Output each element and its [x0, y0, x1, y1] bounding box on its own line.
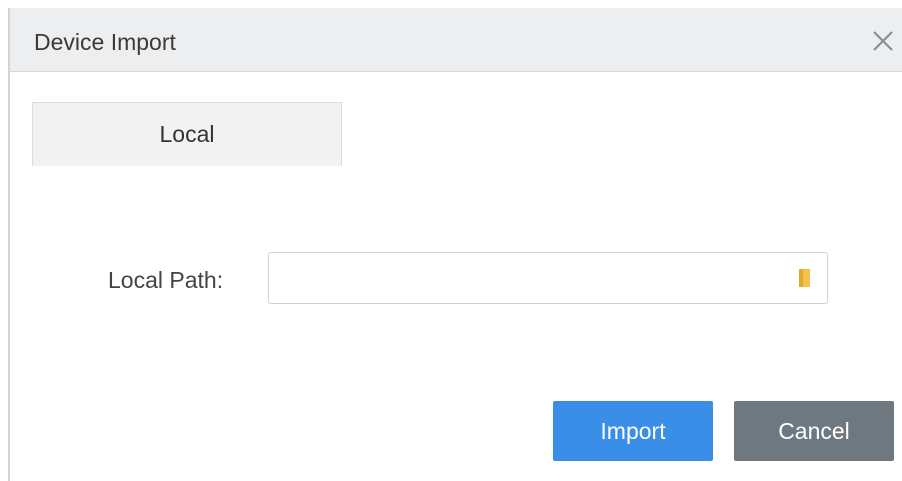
device-import-dialog: Device Import Local Local Path: Import C…: [8, 8, 902, 481]
local-path-field: [268, 252, 828, 304]
dialog-titlebar: Device Import: [10, 8, 902, 72]
folder-icon[interactable]: [795, 266, 815, 290]
dialog-title: Device Import: [34, 29, 176, 55]
local-path-input[interactable]: [269, 253, 779, 303]
local-path-label: Local Path:: [108, 267, 224, 293]
cancel-button[interactable]: Cancel: [734, 401, 894, 461]
close-icon[interactable]: [870, 28, 896, 54]
tab-local[interactable]: Local: [32, 102, 342, 166]
tab-local-label: Local: [159, 121, 215, 147]
import-button[interactable]: Import: [553, 401, 713, 461]
